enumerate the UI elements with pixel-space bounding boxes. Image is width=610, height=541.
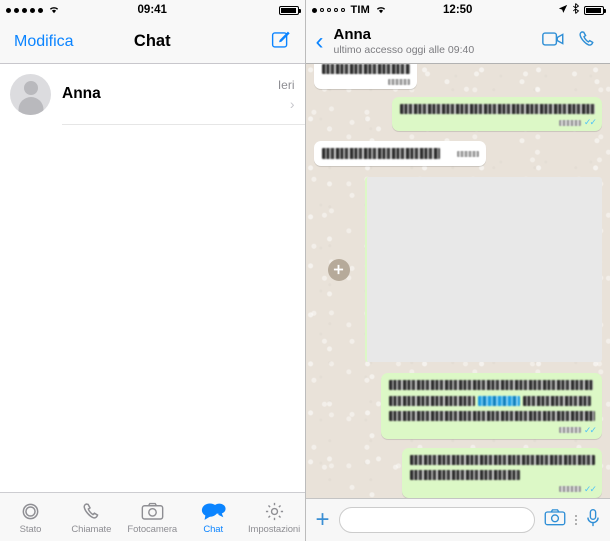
right-status-bar: TIM 12:50 bbox=[305, 0, 610, 20]
wifi-icon bbox=[375, 4, 387, 17]
message-bubble-outgoing[interactable]: ✓✓ bbox=[402, 447, 602, 498]
message-row: ✓✓ bbox=[306, 371, 610, 441]
delivery-ticks-icon: ✓✓ bbox=[583, 424, 597, 435]
media-attachment-placeholder[interactable] bbox=[365, 177, 602, 363]
redacted-timestamp bbox=[558, 119, 581, 126]
message-bubble-incoming[interactable] bbox=[313, 64, 417, 89]
redacted-message-line bbox=[389, 378, 595, 394]
redacted-message-line bbox=[410, 453, 595, 469]
right-status-right bbox=[558, 3, 606, 17]
camera-icon bbox=[122, 500, 183, 523]
list-item[interactable]: Anna Ieri › bbox=[0, 64, 305, 124]
chat-row-meta: Ieri › bbox=[278, 78, 295, 111]
message-row: ✓✓ bbox=[306, 95, 610, 134]
phone-icon[interactable] bbox=[577, 29, 597, 54]
conversation-header: ‹ Anna ultimo accesso oggi alle 09:40 bbox=[305, 20, 610, 64]
delivery-ticks-icon: ✓✓ bbox=[583, 117, 597, 128]
header-actions bbox=[542, 29, 600, 54]
location-arrow-icon bbox=[558, 4, 568, 17]
tab-label: Fotocamera bbox=[127, 523, 178, 535]
tab-label: Impostazioni bbox=[248, 523, 301, 535]
redacted-timestamp bbox=[456, 150, 479, 157]
contact-name: Anna bbox=[62, 85, 101, 102]
redacted-message-text bbox=[321, 64, 410, 74]
message-bubble-outgoing[interactable]: ✓✓ bbox=[392, 96, 602, 132]
left-signal-dots bbox=[6, 4, 60, 17]
gear-icon bbox=[244, 500, 305, 523]
tab-label: Chiamate bbox=[71, 523, 112, 535]
redacted-timestamp bbox=[387, 78, 410, 85]
media-badge-icon[interactable] bbox=[327, 258, 350, 281]
message-list[interactable]: ✓✓ ✓✓ ✓✓ bbox=[305, 64, 610, 498]
right-signal-dots: TIM bbox=[311, 4, 388, 17]
video-camera-icon[interactable] bbox=[542, 31, 564, 52]
left-phone-screen: 09:41 Modifica Chat Anna Ieri › Stato Ch… bbox=[0, 0, 305, 541]
message-bubble-outgoing[interactable]: ✓✓ bbox=[381, 373, 602, 439]
tab-chiamate[interactable]: Chiamate bbox=[61, 500, 122, 535]
redacted-message-text bbox=[321, 148, 440, 160]
last-seen-status: ultimo accesso oggi alle 09:40 bbox=[333, 43, 475, 56]
left-nav-bar: Modifica Chat bbox=[0, 20, 305, 64]
left-status-right bbox=[278, 5, 301, 15]
edit-button[interactable]: Modifica bbox=[14, 33, 74, 51]
chat-bubbles-icon bbox=[183, 500, 244, 523]
list-divider bbox=[62, 124, 305, 125]
carrier-label: TIM bbox=[350, 4, 371, 16]
redacted-message-line bbox=[389, 409, 595, 425]
compose-icon[interactable] bbox=[270, 29, 291, 55]
conversation-title-group[interactable]: Anna ultimo accesso oggi alle 09:40 bbox=[334, 26, 475, 56]
redacted-message-text bbox=[400, 103, 595, 114]
message-row bbox=[306, 139, 610, 168]
message-bubble-incoming[interactable] bbox=[313, 141, 486, 167]
message-meta bbox=[322, 78, 410, 85]
left-status-bar: 09:41 bbox=[0, 0, 305, 20]
message-row: ✓✓ bbox=[306, 446, 610, 498]
message-row bbox=[306, 64, 610, 91]
avatar bbox=[10, 73, 51, 115]
redacted-message-line bbox=[410, 468, 595, 484]
redacted-link[interactable] bbox=[478, 395, 521, 406]
battery-icon bbox=[584, 5, 606, 15]
back-chevron-icon[interactable]: ‹ bbox=[316, 29, 326, 54]
message-meta: ✓✓ bbox=[410, 483, 597, 494]
battery-icon bbox=[278, 5, 301, 15]
bluetooth-icon bbox=[572, 3, 580, 17]
chat-list: Anna Ieri › bbox=[0, 64, 305, 125]
message-meta: ✓✓ bbox=[400, 117, 597, 128]
chevron-right-icon: › bbox=[289, 95, 295, 112]
message-row-media bbox=[306, 174, 610, 365]
tab-label: Stato bbox=[19, 523, 42, 535]
delivery-ticks-icon: ✓✓ bbox=[583, 483, 597, 494]
tab-chat[interactable]: Chat bbox=[183, 500, 244, 535]
phone-icon bbox=[61, 500, 122, 523]
right-phone-screen: TIM 12:50 ‹ Anna ultimo accesso oggi all… bbox=[305, 0, 610, 541]
message-meta: ✓✓ bbox=[389, 424, 597, 435]
message-input[interactable] bbox=[338, 507, 535, 533]
bottom-tab-bar: Stato Chiamate Fotocamera Chat Impostazi… bbox=[0, 492, 305, 541]
wifi-icon bbox=[48, 4, 60, 17]
microphone-icon[interactable] bbox=[586, 508, 600, 533]
contact-name: Anna bbox=[333, 26, 372, 44]
more-dots-icon[interactable] bbox=[575, 515, 577, 525]
redacted-timestamp bbox=[558, 486, 581, 493]
redacted-timestamp bbox=[558, 427, 581, 434]
attach-plus-icon[interactable]: + bbox=[316, 508, 330, 532]
camera-icon[interactable] bbox=[544, 508, 566, 532]
chat-timestamp: Ieri bbox=[277, 77, 295, 92]
tab-label: Chat bbox=[203, 523, 223, 535]
tab-fotocamera[interactable]: Fotocamera bbox=[122, 500, 183, 535]
tab-impostazioni[interactable]: Impostazioni bbox=[244, 500, 305, 535]
redacted-message-line bbox=[389, 394, 595, 410]
tab-stato[interactable]: Stato bbox=[0, 500, 61, 535]
message-input-bar: + bbox=[305, 498, 610, 541]
dual-phone-screenshot: 09:41 Modifica Chat Anna Ieri › Stato Ch… bbox=[0, 0, 610, 541]
status-ring-icon bbox=[0, 500, 61, 523]
